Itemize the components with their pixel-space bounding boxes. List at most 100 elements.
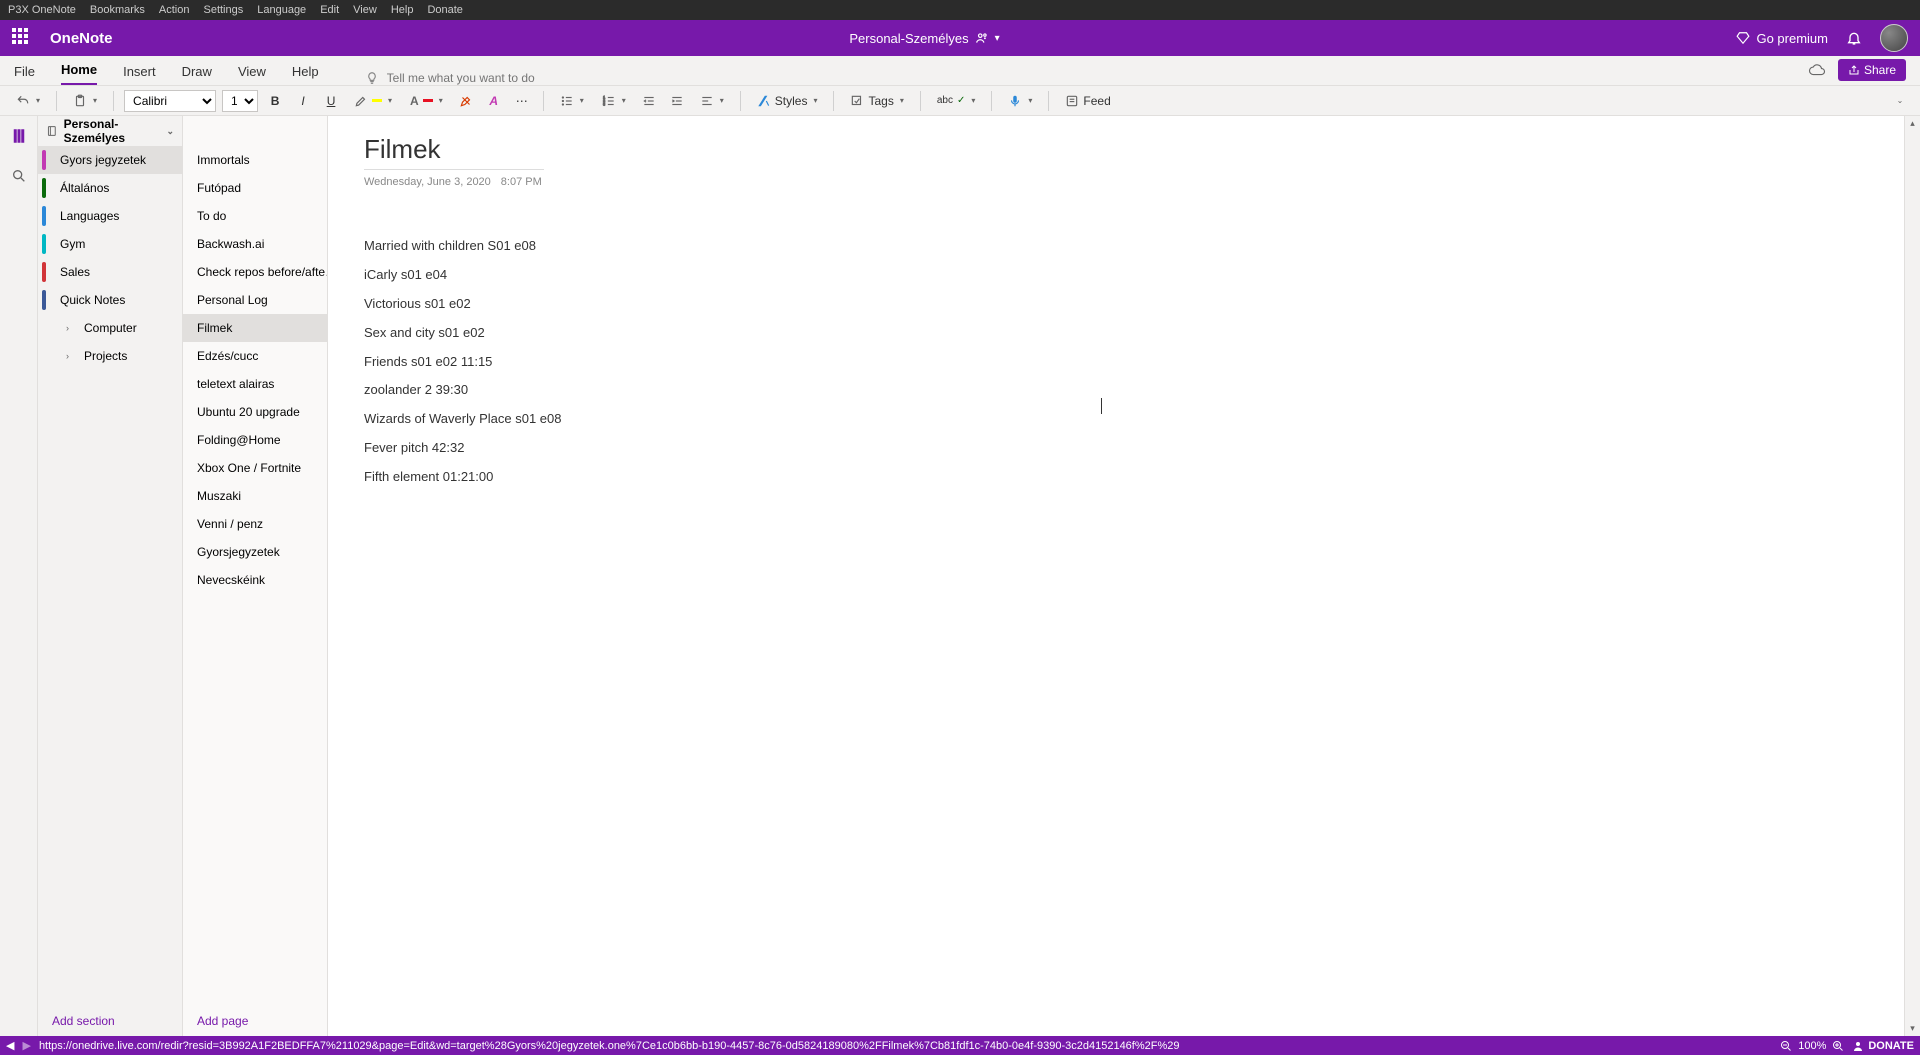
page-item[interactable]: Folding@Home bbox=[183, 426, 327, 454]
section-item[interactable]: ›Projects bbox=[38, 342, 182, 370]
page-item[interactable]: Backwash.ai bbox=[183, 230, 327, 258]
section-item[interactable]: Sales bbox=[38, 258, 182, 286]
numbering-button[interactable]: 123▾ bbox=[596, 90, 632, 112]
page-item[interactable]: Gyorsjegyzetek bbox=[183, 538, 327, 566]
go-premium-button[interactable]: Go premium bbox=[1736, 31, 1828, 46]
page-item[interactable]: Nevecskéink bbox=[183, 566, 327, 594]
sysmenu-item[interactable]: Help bbox=[391, 4, 414, 16]
search-button[interactable] bbox=[7, 164, 31, 188]
app-launcher-icon[interactable] bbox=[12, 28, 32, 48]
page-item[interactable]: Edzés/cucc bbox=[183, 342, 327, 370]
share-button[interactable]: Share bbox=[1838, 59, 1906, 81]
notebook-dropdown[interactable]: Personal-Személyes ⌄ bbox=[38, 116, 182, 146]
tab-draw[interactable]: Draw bbox=[182, 64, 212, 85]
undo-button[interactable]: ▾ bbox=[10, 90, 46, 112]
font-size-select[interactable]: 11 bbox=[222, 90, 258, 112]
content-line[interactable]: Fifth element 01:21:00 bbox=[364, 469, 1868, 486]
add-section-button[interactable]: Add section bbox=[38, 1006, 182, 1036]
sysmenu-item[interactable]: P3X OneNote bbox=[8, 4, 76, 16]
scroll-down-icon[interactable]: ▾ bbox=[1910, 1023, 1915, 1034]
tell-me-search[interactable] bbox=[387, 71, 687, 85]
sync-cloud-icon[interactable] bbox=[1808, 61, 1826, 79]
section-item[interactable]: ›Computer bbox=[38, 314, 182, 342]
section-item[interactable]: Gym bbox=[38, 230, 182, 258]
notebook-title-dropdown[interactable]: Personal-Személyes ▾ bbox=[113, 31, 1737, 46]
page-item[interactable]: Xbox One / Fortnite bbox=[183, 454, 327, 482]
page-item[interactable]: Check repos before/afte… bbox=[183, 258, 327, 286]
sysmenu-item[interactable]: Bookmarks bbox=[90, 4, 145, 16]
tab-file[interactable]: File bbox=[14, 64, 35, 85]
spellcheck-button[interactable]: abc✓▾ bbox=[931, 90, 982, 112]
bell-icon[interactable] bbox=[1846, 30, 1862, 46]
bold-button[interactable]: B bbox=[264, 90, 286, 112]
content-line[interactable]: zoolander 2 39:30 bbox=[364, 382, 1868, 399]
content-line[interactable]: Wizards of Waverly Place s01 e08 bbox=[364, 411, 1868, 428]
content-line[interactable]: Sex and city s01 e02 bbox=[364, 325, 1868, 342]
page-item[interactable]: Immortals bbox=[183, 146, 327, 174]
content-line[interactable]: Friends s01 e02 11:15 bbox=[364, 354, 1868, 371]
nav-toggle-button[interactable] bbox=[7, 124, 31, 148]
sysmenu-item[interactable]: Settings bbox=[203, 4, 243, 16]
italic-button[interactable]: I bbox=[292, 90, 314, 112]
page-item[interactable]: Futópad bbox=[183, 174, 327, 202]
dictate-button[interactable]: ▾ bbox=[1002, 90, 1038, 112]
format-painter-button[interactable]: A bbox=[483, 90, 505, 112]
align-button[interactable]: ▾ bbox=[694, 90, 730, 112]
nav-forward-button[interactable]: ▶ bbox=[22, 1039, 30, 1052]
increase-indent-button[interactable] bbox=[666, 90, 688, 112]
clear-formatting-button[interactable] bbox=[455, 90, 477, 112]
add-page-button[interactable]: Add page bbox=[183, 1006, 327, 1036]
tab-insert[interactable]: Insert bbox=[123, 64, 156, 85]
section-label: Languages bbox=[60, 209, 119, 223]
page-item[interactable]: Personal Log bbox=[183, 286, 327, 314]
vertical-scrollbar[interactable]: ▴ ▾ bbox=[1904, 116, 1920, 1036]
share-icon bbox=[1848, 64, 1860, 76]
user-avatar[interactable] bbox=[1880, 24, 1908, 52]
content-line[interactable]: Married with children S01 e08 bbox=[364, 238, 1868, 255]
tab-help[interactable]: Help bbox=[292, 64, 319, 85]
section-item[interactable]: Általános bbox=[38, 174, 182, 202]
page-item[interactable]: Muszaki bbox=[183, 482, 327, 510]
zoom-in-icon[interactable] bbox=[1832, 1040, 1844, 1052]
page-content[interactable]: Married with children S01 e08 iCarly s01 … bbox=[364, 238, 1868, 486]
underline-button[interactable]: U bbox=[320, 90, 342, 112]
tab-view[interactable]: View bbox=[238, 64, 266, 85]
zoom-out-icon[interactable] bbox=[1780, 1040, 1792, 1052]
sysmenu-item[interactable]: Donate bbox=[427, 4, 462, 16]
nav-back-button[interactable]: ◀ bbox=[6, 1039, 14, 1052]
page-item[interactable]: Ubuntu 20 upgrade bbox=[183, 398, 327, 426]
content-line[interactable]: Fever pitch 42:32 bbox=[364, 440, 1868, 457]
styles-button[interactable]: Styles▾ bbox=[751, 90, 824, 112]
highlight-button[interactable]: ▾ bbox=[348, 90, 398, 112]
page-item[interactable]: To do bbox=[183, 202, 327, 230]
section-item[interactable]: Languages bbox=[38, 202, 182, 230]
sysmenu-item[interactable]: View bbox=[353, 4, 377, 16]
collapse-ribbon-button[interactable]: ⌄ bbox=[1888, 90, 1910, 112]
page-title[interactable]: Filmek bbox=[364, 134, 544, 170]
decrease-indent-button[interactable] bbox=[638, 90, 660, 112]
tags-button[interactable]: Tags▾ bbox=[844, 90, 909, 112]
section-item[interactable]: Gyors jegyzetek bbox=[38, 146, 182, 174]
sysmenu-item[interactable]: Language bbox=[257, 4, 306, 16]
share-people-icon bbox=[975, 31, 989, 45]
section-label: Quick Notes bbox=[60, 293, 125, 307]
tab-home[interactable]: Home bbox=[61, 62, 97, 85]
more-formatting-button[interactable]: ⋯ bbox=[511, 90, 533, 112]
content-line[interactable]: Victorious s01 e02 bbox=[364, 296, 1868, 313]
bullets-button[interactable]: ▾ bbox=[554, 90, 590, 112]
font-color-button[interactable]: A▾ bbox=[404, 90, 449, 112]
donate-button[interactable]: DONATE bbox=[1852, 1040, 1914, 1052]
font-name-select[interactable]: Calibri bbox=[124, 90, 216, 112]
feed-button[interactable]: Feed bbox=[1059, 90, 1116, 112]
page-canvas[interactable]: Filmek Wednesday, June 3, 2020 8:07 PM M… bbox=[328, 116, 1904, 1036]
page-item[interactable]: Filmek bbox=[183, 314, 327, 342]
sysmenu-item[interactable]: Action bbox=[159, 4, 190, 16]
scroll-up-icon[interactable]: ▴ bbox=[1910, 118, 1915, 129]
content-line[interactable]: iCarly s01 e04 bbox=[364, 267, 1868, 284]
page-item[interactable]: Venni / penz bbox=[183, 510, 327, 538]
section-item[interactable]: Quick Notes bbox=[38, 286, 182, 314]
sysmenu-item[interactable]: Edit bbox=[320, 4, 339, 16]
paste-button[interactable]: ▾ bbox=[67, 90, 103, 112]
system-menu-bar: P3X OneNote Bookmarks Action Settings La… bbox=[0, 0, 1920, 20]
page-item[interactable]: teletext alairas bbox=[183, 370, 327, 398]
